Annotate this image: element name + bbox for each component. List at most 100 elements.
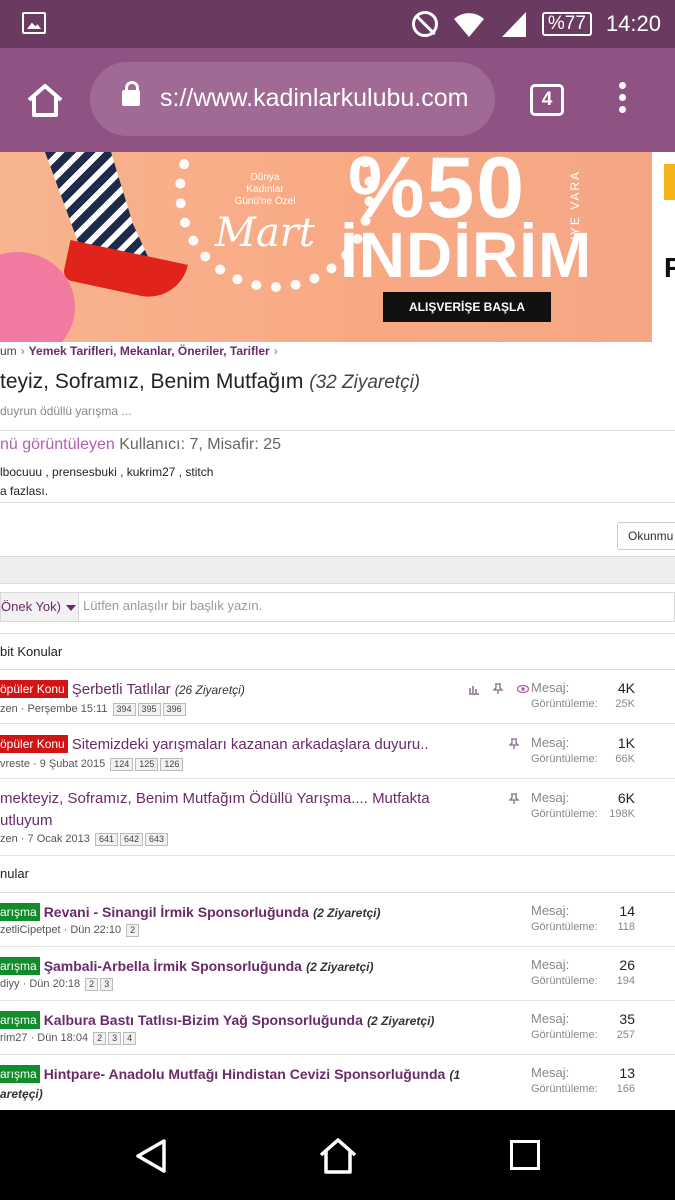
thread-stats: Mesaj: 4K Görüntüleme: 25K xyxy=(531,680,635,710)
prefix-select[interactable]: Önek Yok) xyxy=(1,593,79,621)
recent-apps-icon[interactable] xyxy=(510,1140,540,1170)
thread-title-input[interactable] xyxy=(83,598,663,613)
thread-row[interactable]: arışma Şambali-Arbella İrmik Sponsorluğun… xyxy=(0,947,675,1001)
image-notification-icon xyxy=(22,12,46,34)
thread-visitors: (2 Ziyaretçi) xyxy=(306,960,374,974)
contest-badge: arışma xyxy=(0,1011,40,1029)
thread-row[interactable]: arışma Revani - Sinangil İrmik Sponsorluğ… xyxy=(0,893,675,947)
thread-author[interactable]: vreste xyxy=(0,758,30,770)
viewing-users[interactable]: lbocuuu , prensesbuki , kukrim27 , stitc… xyxy=(0,465,213,479)
thread-title[interactable]: Şerbetli Tatlılar xyxy=(72,681,171,698)
message-count: 35 xyxy=(619,1011,635,1027)
page-title: teyiz, Soframız, Benim Mutfağım (32 Ziya… xyxy=(0,370,421,393)
status-bar: %77 14:20 xyxy=(0,0,675,48)
shop-now-button[interactable]: ALIŞVERİŞE BAŞLA xyxy=(383,292,551,322)
page-link[interactable]: 3 xyxy=(108,1032,122,1045)
page-link[interactable]: 394 xyxy=(112,703,136,716)
page-link[interactable]: 124 xyxy=(110,758,134,771)
system-nav-bar xyxy=(0,1110,675,1200)
thread-author[interactable]: zen xyxy=(0,703,18,715)
mark-read-button[interactable]: Okunmu xyxy=(617,522,675,550)
thread-row[interactable]: arışma Hintpare- Anadolu Mutfağı Hindista… xyxy=(0,1055,675,1110)
page-link[interactable]: 3 xyxy=(100,978,114,991)
thread-stats: Mesaj: 35 Görüntüleme: 257 xyxy=(531,1011,635,1041)
thread-stats: Mesaj: 1K Görüntüleme: 66K xyxy=(531,735,635,765)
forum-description: duyrun ödüllü yarışma ... xyxy=(0,404,132,418)
chevron-down-icon xyxy=(66,604,76,611)
page-link[interactable]: 395 xyxy=(137,703,161,716)
mart-script: Mart xyxy=(215,210,315,256)
thread-visitors: (26 Ziyaretçi) xyxy=(174,683,245,697)
thread-row[interactable]: arışma Kalbura Bastı Tatlısı-Bizim Yağ Sp… xyxy=(0,1001,675,1055)
chart-icon xyxy=(469,685,479,695)
page-link[interactable]: 4 xyxy=(123,1032,137,1045)
thread-author[interactable]: zen xyxy=(0,833,18,845)
thread-author[interactable]: diyy xyxy=(0,978,20,990)
thread-title[interactable]: Kalbura Bastı Tatlısı-Bizim Yağ Sponsorl… xyxy=(44,1012,363,1028)
thread-title[interactable]: mekteyiz, Soframız, Benim Mutfağım Ödüll… xyxy=(0,790,430,807)
view-count: 198K xyxy=(609,808,635,820)
watch-icon xyxy=(516,684,529,693)
page-link[interactable]: 642 xyxy=(120,833,144,846)
do-not-disturb-icon xyxy=(411,11,438,37)
home-nav-icon[interactable] xyxy=(318,1136,358,1176)
back-icon[interactable] xyxy=(134,1138,168,1174)
discount-headline: İNDİRİM xyxy=(340,219,593,291)
thread-author[interactable]: zetliCipetpet xyxy=(0,924,61,936)
thread-title[interactable]: Revani - Sinangil İrmik Sponsorluğunda xyxy=(44,904,309,920)
popular-badge: öpüler Konu xyxy=(0,735,68,753)
thread-row[interactable]: öpüler Konu Sitemizdeki yarışmaları kazan… xyxy=(0,725,675,779)
thread-stats: Mesaj: 13 Görüntüleme: 166 xyxy=(531,1065,635,1095)
pin-icon xyxy=(508,793,520,804)
thread-title-cont[interactable]: utluyum xyxy=(0,812,53,829)
thread-title[interactable]: Hintpare- Anadolu Mutfağı Hindistan Cevi… xyxy=(44,1066,446,1082)
message-count: 26 xyxy=(619,957,635,973)
popular-badge: öpüler Konu xyxy=(0,680,68,698)
thread-title[interactable]: Sitemizdeki yarışmaları kazanan arkadaşl… xyxy=(72,736,429,753)
mart-line-3: Günü'ne Özel xyxy=(234,196,296,207)
url-text: s://www.kadinlarkulubu.com xyxy=(160,84,469,112)
page-link[interactable]: 2 xyxy=(126,924,140,937)
signal-icon xyxy=(501,12,526,37)
thread-meta: zetliCipetpet · Dün 22:10 2 xyxy=(0,924,140,937)
divider xyxy=(0,633,675,634)
wifi-icon xyxy=(453,13,484,37)
promo-banner[interactable]: Dünya Kadınlar Günü'ne Özel Mart %50 'YE… xyxy=(0,152,652,342)
page-link[interactable]: 643 xyxy=(145,833,169,846)
message-count: 1K xyxy=(617,735,635,751)
view-count: 166 xyxy=(616,1083,635,1095)
breadcrumb-prev[interactable]: um xyxy=(0,344,17,358)
clock: 14:20 xyxy=(605,11,661,36)
overflow-menu-button[interactable] xyxy=(612,82,632,118)
contest-badge: arışma xyxy=(0,903,40,921)
thread-date: Dün 20:18 xyxy=(29,978,81,990)
thread-row[interactable]: mekteyiz, Soframız, Benim Mutfağım Ödüll… xyxy=(0,780,675,856)
thread-author[interactable]: rim27 xyxy=(0,1032,28,1044)
breadcrumb-current[interactable]: Yemek Tarifleri, Mekanlar, Öneriler, Tar… xyxy=(29,344,270,358)
thread-visitors: (1 xyxy=(449,1068,461,1082)
viewing-label[interactable]: nü görüntüleyen xyxy=(0,436,115,453)
tab-switcher-button[interactable]: 4 xyxy=(530,84,564,116)
page-link[interactable]: 125 xyxy=(135,758,159,771)
message-count: 4K xyxy=(617,680,635,696)
normal-section-title: nular xyxy=(0,866,29,881)
thread-title[interactable]: Şambali-Arbella İrmik Sponsorluğunda xyxy=(44,958,302,974)
page-link[interactable]: 396 xyxy=(162,703,186,716)
address-bar[interactable]: s://www.kadinlarkulubu.com xyxy=(90,62,495,136)
new-thread-bar: Önek Yok) xyxy=(0,592,675,622)
page-link[interactable]: 641 xyxy=(94,833,118,846)
message-count: 13 xyxy=(619,1065,635,1081)
mart-badge: Dünya Kadınlar Günü'ne Özel Mart xyxy=(200,172,330,256)
lock-icon xyxy=(122,81,140,106)
home-button[interactable] xyxy=(22,78,68,122)
flower-decoration xyxy=(0,252,75,342)
page-link[interactable]: 2 xyxy=(93,1032,107,1045)
view-count: 25K xyxy=(615,698,635,710)
thread-meta: zen · 7 Ocak 2013 641 642 643 xyxy=(0,833,169,846)
thread-meta: vreste · 9 Şubat 2015 124 125 126 xyxy=(0,758,184,771)
thread-meta: zen · Perşembe 15:11 394 395 396 xyxy=(0,703,186,716)
thread-row[interactable]: öpüler Konu Şerbetli Tatlılar (26 Ziyaret… xyxy=(0,670,675,724)
page-link[interactable]: 2 xyxy=(85,978,99,991)
page-link[interactable]: 126 xyxy=(160,758,184,771)
message-count: 14 xyxy=(619,903,635,919)
